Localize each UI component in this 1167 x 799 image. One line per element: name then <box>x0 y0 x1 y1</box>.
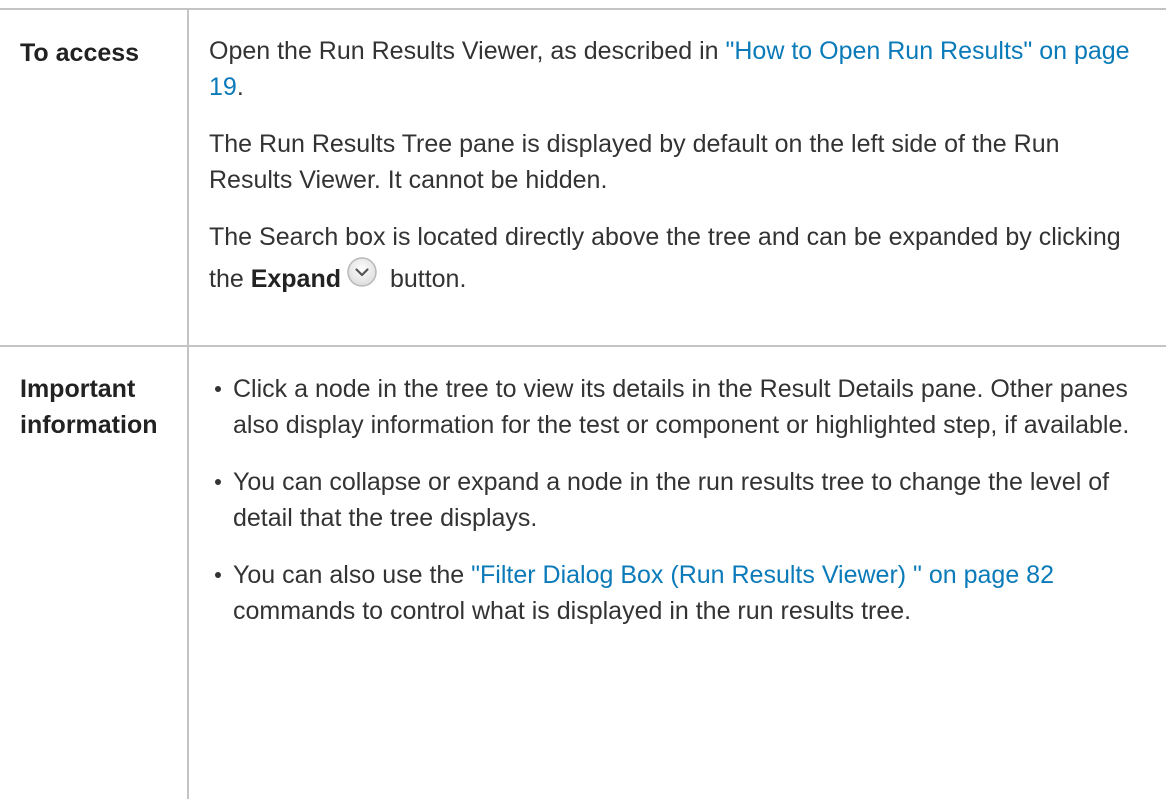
info-label: Important information <box>0 345 189 799</box>
info-bullet-list: Click a node in the tree to view its det… <box>209 371 1146 629</box>
reference-table: To access Open the Run Results Viewer, a… <box>0 8 1166 799</box>
access-row: To access Open the Run Results Viewer, a… <box>0 8 1166 347</box>
access-p3-button-text: button. <box>383 265 467 293</box>
bullet-3-text-after: commands to control what is displayed in… <box>233 597 912 625</box>
bullet-icon <box>215 479 221 485</box>
bullet-1-text: Click a node in the tree to view its det… <box>233 375 1130 439</box>
access-paragraph-2: The Run Results Tree pane is displayed b… <box>209 130 1060 194</box>
access-paragraph-3: The Search box is located directly above… <box>209 219 1146 297</box>
bullet-icon <box>215 386 221 392</box>
expand-icon <box>347 257 377 287</box>
list-item: Click a node in the tree to view its det… <box>209 371 1146 443</box>
expand-label: Expand <box>250 265 341 293</box>
access-label: To access <box>0 8 189 347</box>
access-content: Open the Run Results Viewer, as describe… <box>187 8 1166 347</box>
access-p1-text: Open the Run Results Viewer, as describe… <box>209 37 726 65</box>
info-content: Click a node in the tree to view its det… <box>187 345 1166 799</box>
bullet-3-text-before: You can also use the <box>233 561 472 589</box>
access-p1-period: . <box>236 73 244 101</box>
bullet-icon <box>215 572 221 578</box>
access-paragraph-1: Open the Run Results Viewer, as describe… <box>209 33 1146 105</box>
filter-dialog-box-link[interactable]: "Filter Dialog Box (Run Results Viewer) … <box>471 561 1054 589</box>
info-row: Important information Click a node in th… <box>0 345 1166 799</box>
list-item: You can collapse or expand a node in the… <box>209 464 1146 536</box>
list-item: You can also use the "Filter Dialog Box … <box>209 557 1146 629</box>
bullet-2-text: You can collapse or expand a node in the… <box>233 468 1110 532</box>
